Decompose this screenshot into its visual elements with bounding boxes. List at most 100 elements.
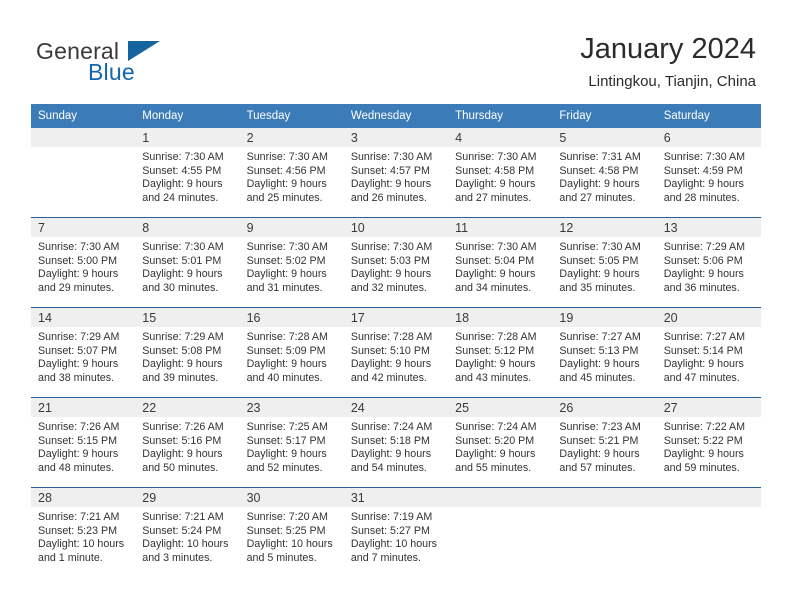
sunset-text: Sunset: 5:10 PM: [350, 344, 430, 357]
day-cell: 4 Sunrise: 7:30 AM Sunset: 4:58 PM Daylight…: [448, 128, 553, 217]
day-details: Sunrise: 7:30 AM Sunset: 5:04 PM Daylight:…: [448, 237, 552, 295]
calendar-cell[interactable]: 21 Sunrise: 7:26 AM Sunset: 5:15 PM Dayligh…: [31, 397, 136, 488]
sunset-text: Sunset: 5:04 PM: [455, 254, 535, 267]
sunset-text: Sunset: 5:12 PM: [455, 344, 535, 357]
day-cell: [656, 488, 761, 577]
calendar-cell[interactable]: 15 Sunrise: 7:29 AM Sunset: 5:08 PM Dayligh…: [135, 307, 240, 398]
daylight-text-line1: Daylight: 9 hours: [455, 178, 536, 191]
day-number: [552, 488, 657, 507]
sunset-text: Sunset: 4:56 PM: [246, 164, 326, 177]
calendar-cell[interactable]: 5 Sunrise: 7:31 AM Sunset: 4:58 PM Daylight…: [552, 128, 657, 218]
daylight-text-line1: Daylight: 9 hours: [663, 268, 744, 281]
daylight-text-line2: and 54 minutes.: [350, 461, 427, 474]
sunrise-text: Sunrise: 7:22 AM: [663, 421, 746, 433]
day-details: Sunrise: 7:30 AM Sunset: 4:59 PM Daylight:…: [657, 147, 761, 205]
calendar-cell[interactable]: 1 Sunrise: 7:30 AM Sunset: 4:55 PM Daylight…: [135, 128, 240, 218]
calendar-cell[interactable]: 26 Sunrise: 7:23 AM Sunset: 5:21 PM Dayligh…: [552, 397, 657, 488]
general-blue-logo[interactable]: General Blue: [36, 38, 236, 90]
day-number: 30: [239, 488, 344, 507]
sunrise-text: Sunrise: 7:28 AM: [246, 331, 328, 343]
day-number: 18: [448, 308, 553, 327]
sunset-text: Sunset: 4:55 PM: [142, 164, 222, 177]
calendar-cell[interactable]: 31 Sunrise: 7:19 AM Sunset: 5:27 PM Dayligh…: [343, 487, 449, 577]
page-title: January 2024: [580, 33, 756, 65]
calendar-cell[interactable]: 2 Sunrise: 7:30 AM Sunset: 4:56 PM Daylight…: [239, 128, 344, 218]
calendar-cell[interactable]: 25 Sunrise: 7:24 AM Sunset: 5:20 PM Dayligh…: [448, 397, 553, 488]
calendar-cell[interactable]: 28 Sunrise: 7:21 AM Sunset: 5:23 PM Dayligh…: [31, 487, 136, 577]
sunset-text: Sunset: 5:24 PM: [142, 524, 222, 537]
day-details: Sunrise: 7:30 AM Sunset: 5:03 PM Daylight:…: [344, 237, 448, 295]
daylight-text-line1: Daylight: 9 hours: [663, 448, 744, 461]
daylight-text-line1: Daylight: 10 hours: [350, 538, 437, 551]
calendar-cell[interactable]: 30 Sunrise: 7:20 AM Sunset: 5:25 PM Dayligh…: [239, 487, 344, 577]
calendar-cell[interactable]: 17 Sunrise: 7:28 AM Sunset: 5:10 PM Dayligh…: [343, 307, 449, 398]
calendar-cell: [656, 487, 761, 577]
calendar-cell[interactable]: 12 Sunrise: 7:30 AM Sunset: 5:05 PM Dayligh…: [552, 217, 657, 308]
calendar-cell[interactable]: 29 Sunrise: 7:21 AM Sunset: 5:24 PM Dayligh…: [135, 487, 240, 577]
sunset-text: Sunset: 5:06 PM: [663, 254, 743, 267]
day-number: 5: [552, 128, 657, 147]
sunrise-text: Sunrise: 7:26 AM: [142, 421, 224, 433]
day-number: [448, 488, 553, 507]
day-details: Sunrise: 7:29 AM Sunset: 5:07 PM Daylight:…: [31, 327, 135, 385]
day-number: 1: [135, 128, 240, 147]
daylight-text-line2: and 34 minutes.: [455, 281, 532, 294]
calendar-cell[interactable]: 7 Sunrise: 7:30 AM Sunset: 5:00 PM Daylight…: [31, 217, 136, 308]
calendar-cell[interactable]: 14 Sunrise: 7:29 AM Sunset: 5:07 PM Dayligh…: [31, 307, 136, 398]
day-details: Sunrise: 7:30 AM Sunset: 5:05 PM Daylight:…: [552, 237, 656, 295]
day-cell: 11 Sunrise: 7:30 AM Sunset: 5:04 PM Dayligh…: [448, 218, 553, 307]
day-cell: [552, 488, 657, 577]
day-details: Sunrise: 7:29 AM Sunset: 5:08 PM Daylight:…: [135, 327, 239, 385]
calendar-cell[interactable]: 16 Sunrise: 7:28 AM Sunset: 5:09 PM Dayligh…: [239, 307, 344, 398]
day-number: 12: [552, 218, 657, 237]
day-details: Sunrise: 7:29 AM Sunset: 5:06 PM Daylight:…: [657, 237, 761, 295]
calendar-cell[interactable]: 6 Sunrise: 7:30 AM Sunset: 4:59 PM Daylight…: [656, 128, 761, 218]
day-cell: 28 Sunrise: 7:21 AM Sunset: 5:23 PM Dayligh…: [31, 488, 136, 577]
calendar-cell[interactable]: 11 Sunrise: 7:30 AM Sunset: 5:04 PM Dayligh…: [448, 217, 553, 308]
calendar-cell[interactable]: 13 Sunrise: 7:29 AM Sunset: 5:06 PM Dayligh…: [656, 217, 761, 308]
daylight-text-line1: Daylight: 10 hours: [142, 538, 229, 551]
calendar-cell[interactable]: 27 Sunrise: 7:22 AM Sunset: 5:22 PM Dayligh…: [656, 397, 761, 488]
calendar-cell[interactable]: 18 Sunrise: 7:28 AM Sunset: 5:12 PM Dayligh…: [448, 307, 553, 398]
calendar-cell[interactable]: 24 Sunrise: 7:24 AM Sunset: 5:18 PM Dayligh…: [343, 397, 449, 488]
calendar-cell[interactable]: 10 Sunrise: 7:30 AM Sunset: 5:03 PM Dayligh…: [343, 217, 449, 308]
daylight-text-line1: Daylight: 9 hours: [455, 358, 536, 371]
day-details: Sunrise: 7:24 AM Sunset: 5:20 PM Daylight:…: [448, 417, 552, 475]
day-cell: 21 Sunrise: 7:26 AM Sunset: 5:15 PM Dayligh…: [31, 398, 136, 487]
daylight-text-line2: and 30 minutes.: [142, 281, 219, 294]
day-number: 22: [135, 398, 240, 417]
sunset-text: Sunset: 5:14 PM: [663, 344, 743, 357]
sunset-text: Sunset: 5:00 PM: [38, 254, 118, 267]
day-number: 2: [239, 128, 344, 147]
daylight-text-line2: and 39 minutes.: [142, 371, 219, 384]
day-details: Sunrise: 7:26 AM Sunset: 5:16 PM Daylight:…: [135, 417, 239, 475]
calendar-cell[interactable]: 22 Sunrise: 7:26 AM Sunset: 5:16 PM Dayligh…: [135, 397, 240, 488]
day-cell: 30 Sunrise: 7:20 AM Sunset: 5:25 PM Dayligh…: [239, 488, 344, 577]
day-number: 3: [343, 128, 449, 147]
calendar-cell[interactable]: 3 Sunrise: 7:30 AM Sunset: 4:57 PM Daylight…: [343, 128, 449, 218]
day-cell: 20 Sunrise: 7:27 AM Sunset: 5:14 PM Dayligh…: [656, 308, 761, 397]
daylight-text-line2: and 57 minutes.: [559, 461, 636, 474]
day-details: Sunrise: 7:23 AM Sunset: 5:21 PM Daylight:…: [552, 417, 656, 475]
calendar-cell: [31, 128, 136, 218]
daylight-text-line2: and 47 minutes.: [663, 371, 740, 384]
calendar-cell[interactable]: 19 Sunrise: 7:27 AM Sunset: 5:13 PM Dayligh…: [552, 307, 657, 398]
calendar-page: General Blue January 2024 Lintingkou, Ti…: [0, 0, 792, 612]
sunrise-text: Sunrise: 7:29 AM: [663, 241, 746, 253]
calendar-cell[interactable]: 8 Sunrise: 7:30 AM Sunset: 5:01 PM Daylight…: [135, 217, 240, 308]
daylight-text-line2: and 28 minutes.: [663, 191, 740, 204]
sunrise-text: Sunrise: 7:30 AM: [350, 151, 433, 163]
day-cell: 19 Sunrise: 7:27 AM Sunset: 5:13 PM Dayligh…: [552, 308, 657, 397]
day-cell: 3 Sunrise: 7:30 AM Sunset: 4:57 PM Daylight…: [343, 128, 449, 217]
calendar-cell[interactable]: 9 Sunrise: 7:30 AM Sunset: 5:02 PM Daylight…: [239, 217, 344, 308]
day-cell: 14 Sunrise: 7:29 AM Sunset: 5:07 PM Dayligh…: [31, 308, 136, 397]
calendar-cell[interactable]: 23 Sunrise: 7:25 AM Sunset: 5:17 PM Dayligh…: [239, 397, 344, 488]
sunset-text: Sunset: 4:58 PM: [455, 164, 535, 177]
daylight-text-line2: and 31 minutes.: [246, 281, 323, 294]
day-cell: 6 Sunrise: 7:30 AM Sunset: 4:59 PM Daylight…: [656, 128, 761, 217]
sunset-text: Sunset: 5:17 PM: [246, 434, 326, 447]
day-number: 6: [656, 128, 761, 147]
calendar-cell[interactable]: 20 Sunrise: 7:27 AM Sunset: 5:14 PM Dayligh…: [656, 307, 761, 398]
daylight-text-line2: and 1 minute.: [38, 551, 103, 564]
calendar-cell[interactable]: 4 Sunrise: 7:30 AM Sunset: 4:58 PM Daylight…: [448, 128, 553, 218]
